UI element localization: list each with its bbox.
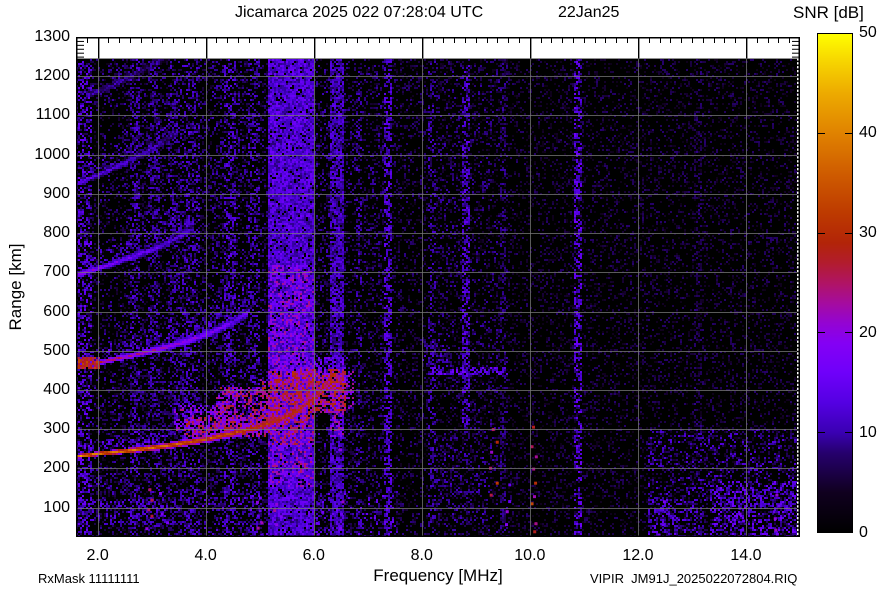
colorbar-tick-label: 20 [859,324,877,341]
y-tick-label: 500 [43,341,70,359]
colorbar-title: SNR [dB] [793,3,864,22]
colorbar-tick-label: 40 [859,124,877,141]
x-tick-label: 4.0 [194,547,217,564]
x-tick-label: 12.0 [622,547,654,564]
ionogram-app: Jicamarca 2025 022 07:28:04 UTC 22Jan25 … [0,0,884,595]
y-tick-label: 300 [43,420,70,438]
y-tick-label: 900 [43,184,70,202]
y-tick-label: 100 [43,498,70,516]
y-tick-label: 1100 [35,106,70,124]
y-tick-label: 1300 [34,28,70,45]
date-label: 22Jan25 [558,4,620,21]
x-tick-label: 14.0 [730,547,762,564]
colorbar-tick-label: 50 [859,24,877,41]
colorbar-tick-label: 10 [859,424,877,441]
y-tick-label: 200 [43,459,70,477]
y-tick-label: 800 [43,224,70,242]
y-tick-label: 600 [43,302,70,320]
y-axis-title: Range [km] [6,243,25,331]
colorbar-tick-label: 0 [859,524,868,541]
x-tick-label: 6.0 [302,547,325,564]
colorbar-tick-label: 30 [859,224,877,241]
x-tick-label: 2.0 [86,547,109,564]
x-tick-label: 8.0 [410,547,433,564]
rxmask-label: RxMask 11111111 [38,571,140,586]
x-tick-label: 10.0 [514,547,546,564]
colorbar-canvas [817,33,853,533]
y-tick-label: 1200 [34,67,70,85]
file-label: VIPIR JM91J_2025022072804.RIQ [590,571,798,586]
y-tick-label: 400 [43,380,70,398]
y-tick-label: 1000 [34,145,70,163]
page-title: Jicamarca 2025 022 07:28:04 UTC [235,4,484,21]
y-tick-label: 700 [43,263,70,281]
ionogram-canvas [76,37,800,537]
